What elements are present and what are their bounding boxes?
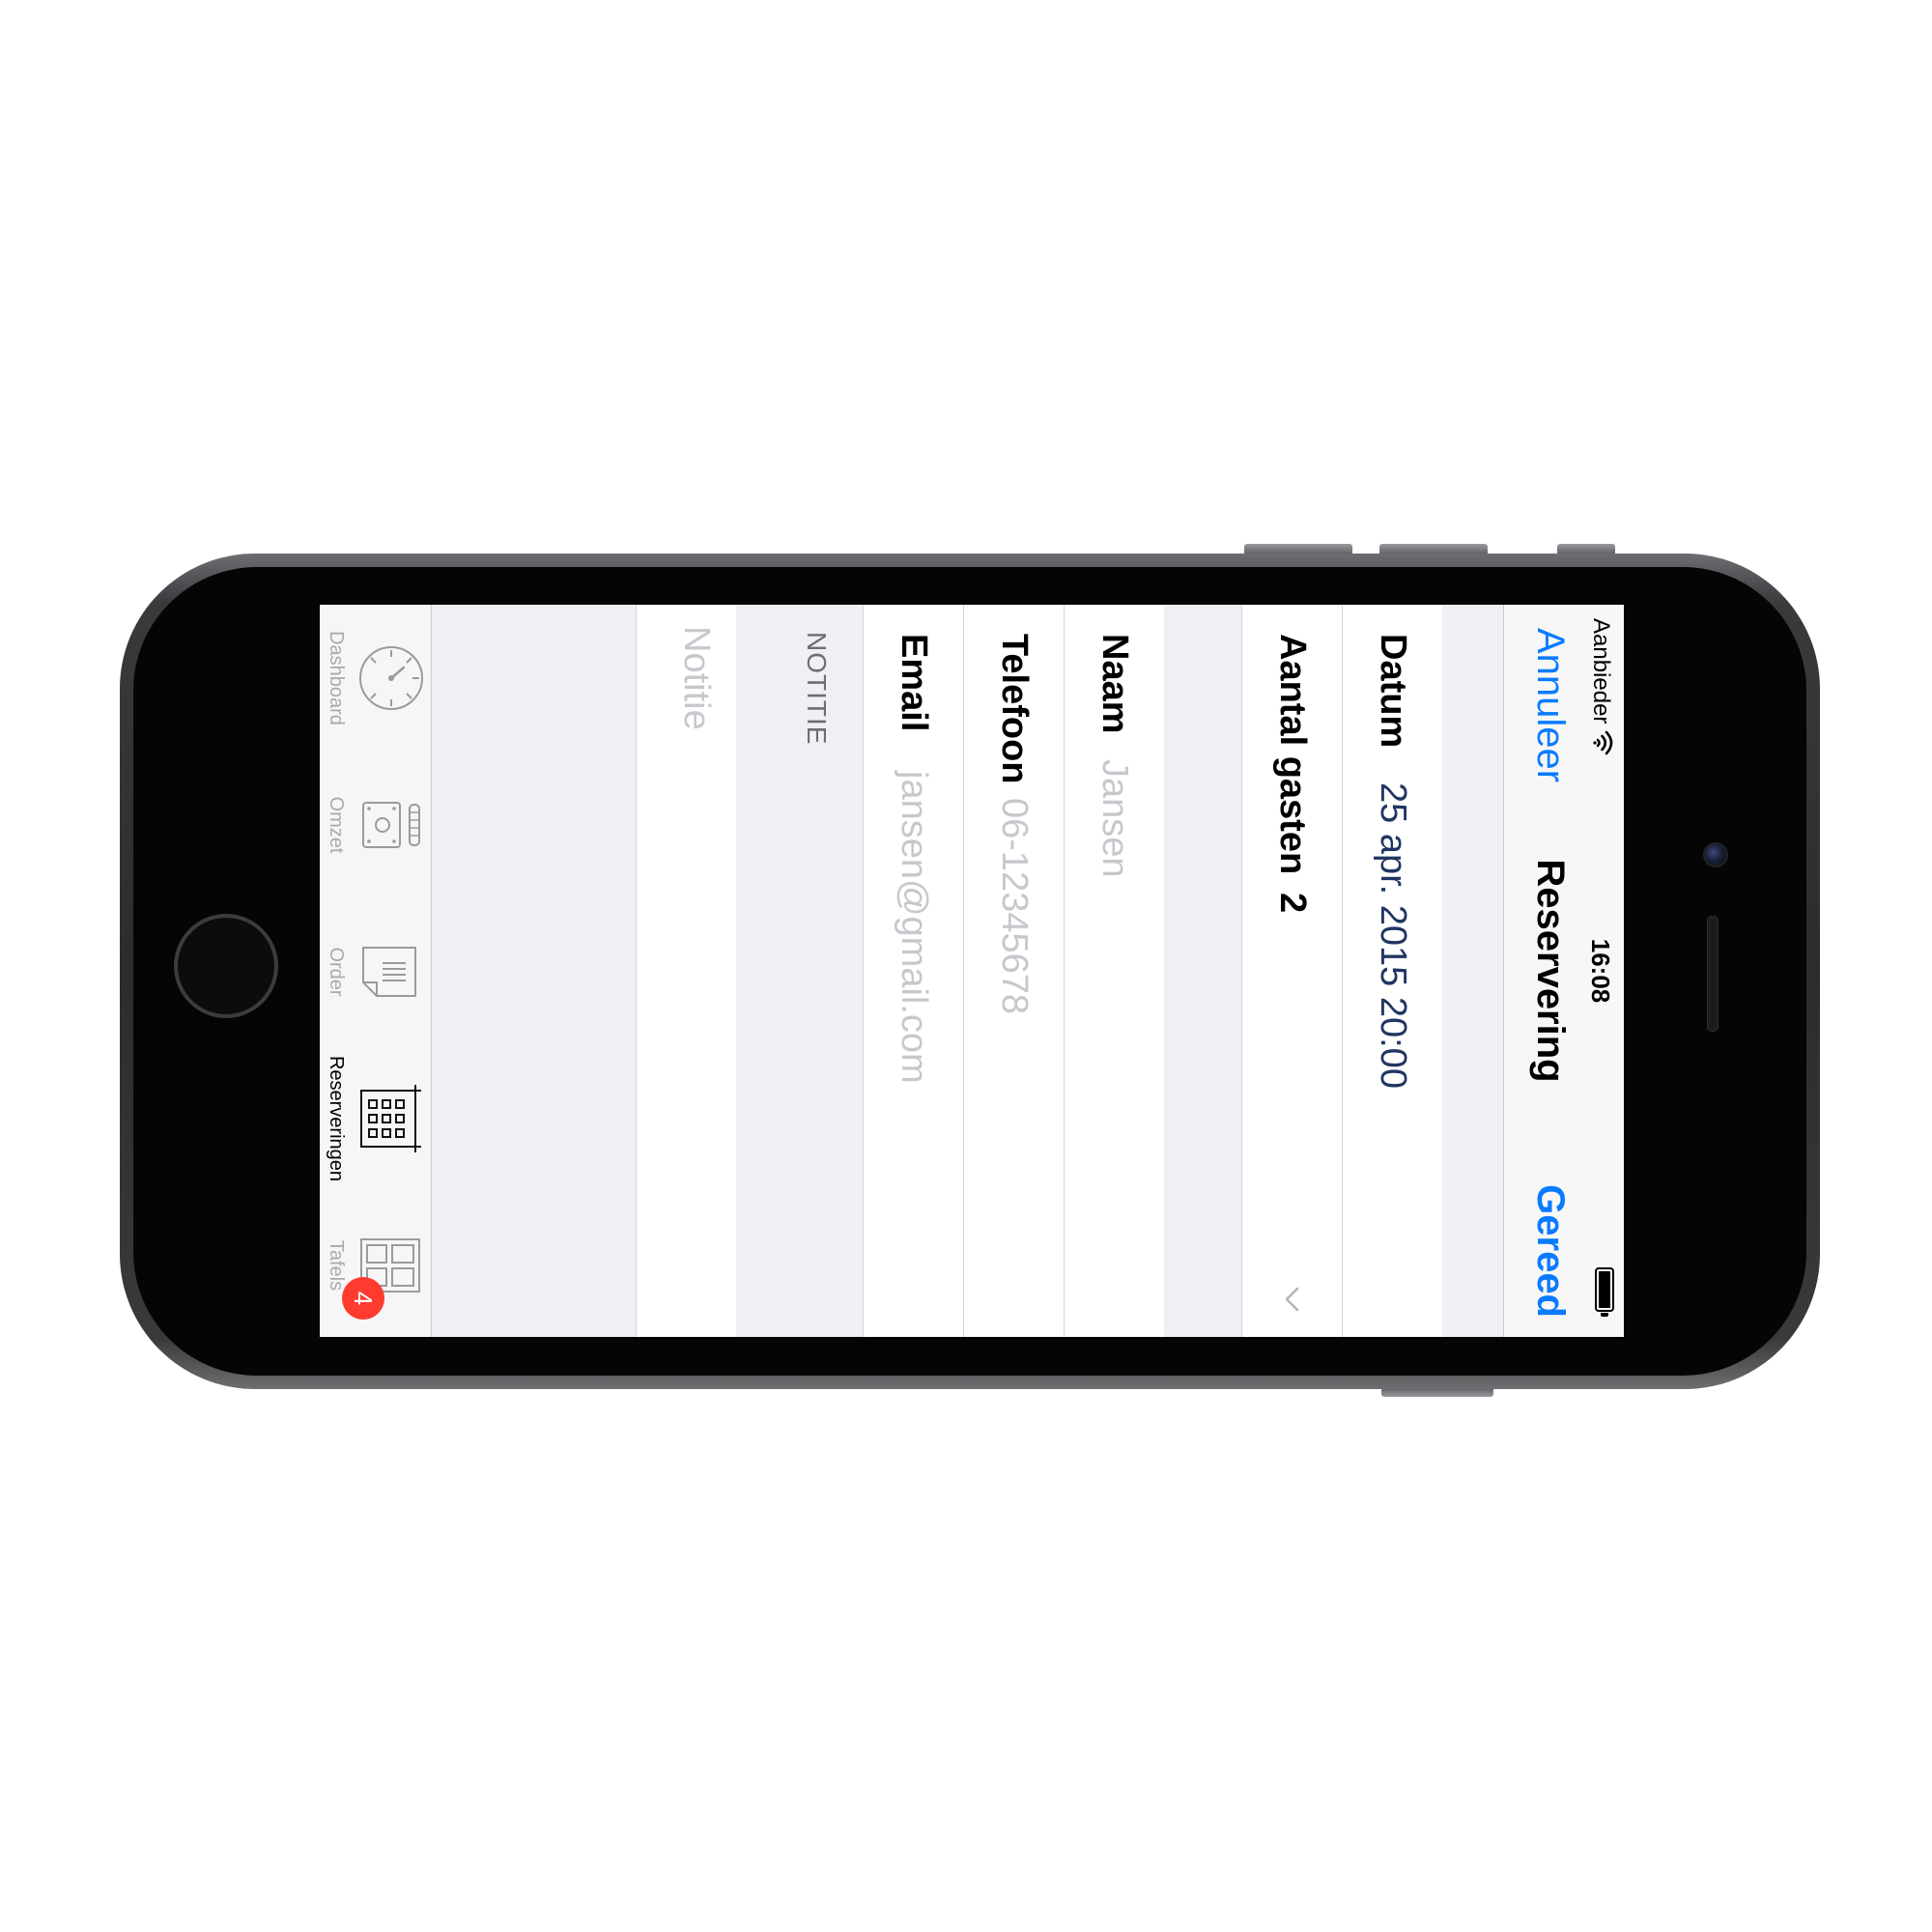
receipt-icon — [362, 947, 416, 997]
email-label: Email — [894, 634, 934, 732]
notes-row[interactable]: Notitie — [636, 605, 736, 1337]
phone-row[interactable]: Telefoon 06-12345678 — [963, 605, 1064, 1337]
email-row[interactable]: Email jansen@gmail.com — [863, 605, 963, 1337]
done-button[interactable]: Gereed — [1528, 1184, 1572, 1318]
tab-tafels-label: Tafels — [326, 1239, 347, 1292]
notes-section-header: NOTITIE — [802, 632, 832, 746]
front-camera — [1703, 842, 1728, 867]
guests-value: 2 — [1272, 893, 1313, 914]
earpiece-speaker — [1707, 916, 1719, 1032]
navigation-bar: Annuleer Reservering Gereed — [1503, 605, 1585, 1337]
battery-icon — [1593, 1267, 1614, 1321]
coins-register-icon — [362, 802, 420, 848]
name-row[interactable]: Naam Jansen — [1064, 605, 1164, 1337]
guests-label: Aantal gasten — [1272, 634, 1313, 875]
tab-omzet-label: Omzet — [326, 796, 347, 854]
status-time: 16:08 — [1586, 938, 1615, 1004]
tab-reserveringen-label: Reserveringen — [326, 1055, 347, 1182]
tab-tafels[interactable]: 4 Tafels — [320, 1192, 431, 1337]
tab-order-label: Order — [326, 947, 347, 997]
date-label: Datum — [1373, 634, 1413, 749]
email-input[interactable]: jansen@gmail.com — [893, 771, 934, 1084]
calendar-icon — [360, 1085, 421, 1152]
guests-row[interactable]: Aantal gasten 2 — [1241, 605, 1342, 1337]
tafels-badge: 4 — [342, 1277, 384, 1320]
phone-input[interactable]: 06-12345678 — [993, 798, 1035, 1014]
phone-label: Telefoon — [994, 634, 1035, 784]
tab-dashboard-label: Dashboard — [326, 631, 347, 725]
date-row[interactable]: Datum 25 apr. 2015 20:00 — [1342, 605, 1442, 1337]
status-bar: Aanbieder 16:08 — [1585, 605, 1624, 1337]
tab-order[interactable]: Order — [320, 898, 431, 1045]
tab-reserveringen[interactable]: Reserveringen — [320, 1045, 431, 1192]
name-input[interactable]: Jansen — [1094, 759, 1135, 878]
phone-screen: Aanbieder 16:08 Annuleer Reservering Ger… — [320, 605, 1624, 1337]
date-value: 25 apr. 2015 20:00 — [1373, 782, 1413, 1089]
chevron-down-icon[interactable] — [1278, 1285, 1307, 1314]
tab-omzet[interactable]: Omzet — [320, 752, 431, 898]
name-label: Naam — [1094, 634, 1135, 734]
notes-input[interactable]: Notitie — [675, 626, 717, 730]
app-content: Aanbieder 16:08 Annuleer Reservering Ger… — [320, 605, 1624, 1337]
tab-bar: Dashboard Omzet Order Reserveringen 4 Ta… — [320, 605, 432, 1337]
tab-dashboard[interactable]: Dashboard — [320, 605, 431, 752]
home-button[interactable] — [174, 914, 278, 1018]
dashboard-gauge-icon — [359, 646, 423, 710]
